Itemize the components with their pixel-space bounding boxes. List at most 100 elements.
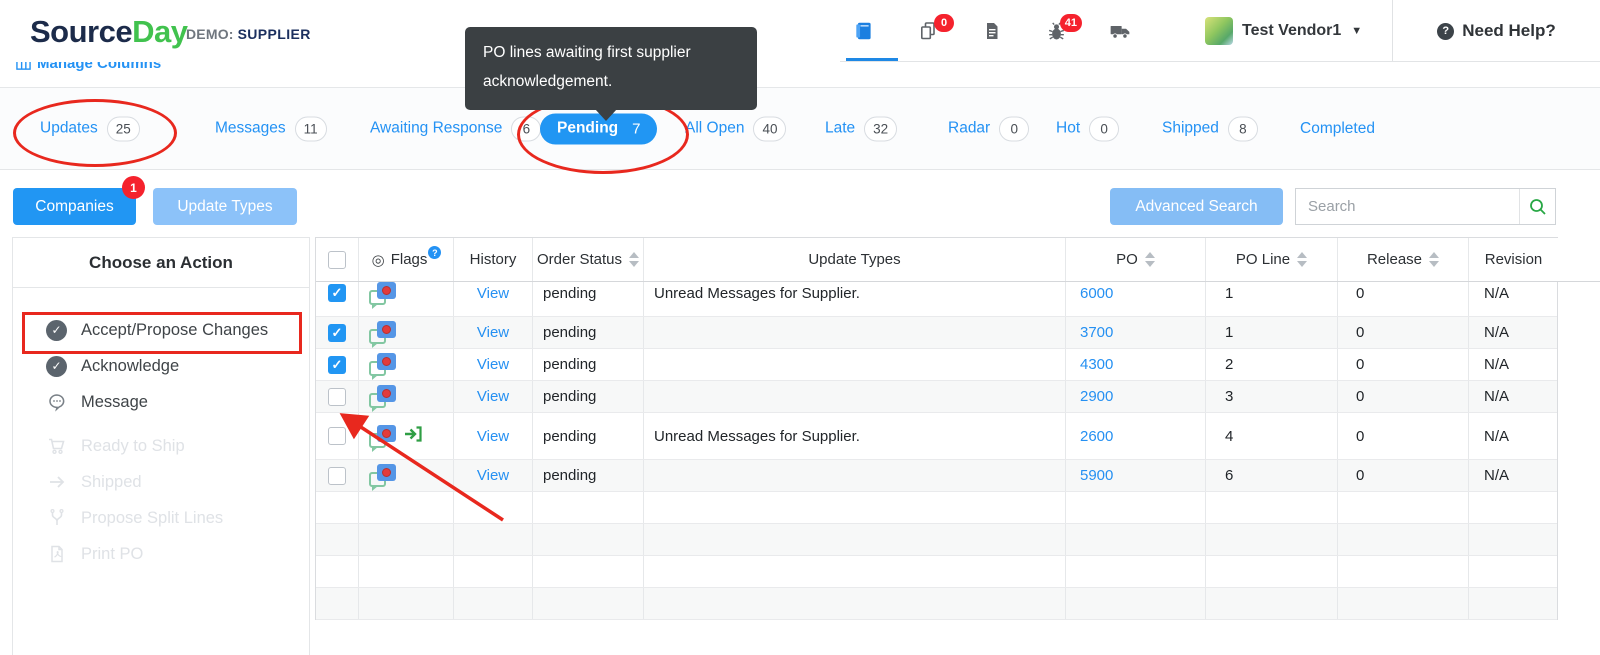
- cell-release: 0: [1338, 460, 1469, 491]
- action-item-shipped: Shipped: [13, 464, 309, 500]
- sort-arrows-icon[interactable]: [1297, 252, 1308, 267]
- empty-cell: [316, 492, 359, 523]
- po-number-link[interactable]: 3700: [1080, 324, 1113, 341]
- chat-bubble-icon: [46, 392, 67, 412]
- tab-count-badge: 0: [1089, 116, 1120, 141]
- tab-radar[interactable]: Radar 0: [948, 116, 1030, 141]
- release-value: 0: [1356, 356, 1365, 373]
- column-label: History: [469, 251, 517, 268]
- manage-columns-label: Manage Columns: [37, 62, 162, 72]
- empty-cell: [533, 556, 644, 587]
- pages-copy-icon[interactable]: 0: [916, 14, 954, 43]
- action-panel-title: Choose an Action: [13, 238, 309, 288]
- search-input[interactable]: [1296, 189, 1519, 224]
- cell-po: 2600: [1066, 413, 1206, 459]
- column-label: PO Line: [1235, 251, 1291, 268]
- action-item-propose-split-lines: Propose Split Lines: [13, 500, 309, 536]
- row-checkbox[interactable]: [328, 466, 346, 485]
- row-checkbox[interactable]: [328, 427, 346, 445]
- column-header-po_line: PO Line: [1206, 238, 1338, 281]
- view-history-link[interactable]: View: [477, 388, 509, 405]
- demo-mode-label: DEMO: SUPPLIER: [186, 26, 311, 42]
- cell-release: 0: [1338, 349, 1469, 380]
- sort-arrows-icon[interactable]: [1429, 252, 1440, 267]
- action-item-label: Ready to Ship: [81, 436, 185, 455]
- row-checkbox[interactable]: [328, 387, 346, 406]
- status-tab-bar: Updates 25 Messages 11 Awaiting Response 6 Pen…: [0, 88, 1600, 170]
- cell-select: [316, 460, 359, 491]
- view-history-link[interactable]: View: [477, 324, 509, 341]
- advanced-search-button[interactable]: Advanced Search: [1110, 188, 1283, 225]
- po-line-value: 6: [1225, 467, 1234, 484]
- order-status-text: pending: [543, 324, 597, 341]
- table-row: ✓ View pending 4300 2 0 N/A: [316, 349, 1557, 381]
- action-item-accept-propose-changes[interactable]: ✓ Accept/Propose Changes: [13, 312, 309, 348]
- documents-icon-item[interactable]: [980, 19, 1004, 43]
- po-number-link[interactable]: 2600: [1080, 428, 1113, 445]
- action-item-message[interactable]: Message: [13, 384, 309, 420]
- user-menu[interactable]: Test Vendor1 ▼: [1205, 0, 1362, 62]
- tab-late[interactable]: Late 32: [825, 116, 898, 141]
- empty-cell: [454, 588, 533, 619]
- tab-shipped[interactable]: Shipped 8: [1162, 116, 1258, 141]
- book-icon: [856, 22, 871, 40]
- cell-po: 3700: [1066, 317, 1206, 348]
- empty-cell: [1469, 588, 1558, 619]
- action-item-acknowledge[interactable]: ✓ Acknowledge: [13, 348, 309, 384]
- row-checkbox[interactable]: ✓: [328, 355, 346, 374]
- tab-awaiting-response[interactable]: Awaiting Response 6: [370, 116, 542, 141]
- table-row: ✓ View pending 3700 1 0 N/A: [316, 317, 1557, 349]
- tab-label: Completed: [1300, 119, 1375, 137]
- issues-badge: 41: [1059, 14, 1082, 32]
- cell-select: ✓: [316, 317, 359, 348]
- need-help-button[interactable]: ? Need Help?: [1392, 0, 1600, 62]
- po-number-link[interactable]: 4300: [1080, 356, 1113, 373]
- header-divider: [840, 61, 1600, 62]
- row-checkbox[interactable]: ✓: [328, 284, 346, 302]
- view-history-link[interactable]: View: [477, 467, 509, 484]
- check-circle-icon: ✓: [46, 355, 67, 377]
- view-history-link[interactable]: View: [477, 356, 509, 373]
- need-help-label: Need Help?: [1462, 21, 1556, 40]
- select-all-checkbox[interactable]: [328, 250, 346, 269]
- search-submit-button[interactable]: [1519, 189, 1555, 224]
- tab-messages[interactable]: Messages 11: [215, 116, 327, 141]
- update-types-button[interactable]: Update Types: [153, 188, 297, 225]
- manage-columns-link[interactable]: Manage Columns: [16, 62, 161, 72]
- issues-bug-icon-item[interactable]: 41: [1044, 14, 1082, 43]
- shipments-truck-icon-item[interactable]: [1108, 19, 1132, 43]
- empty-cell: [1206, 524, 1338, 555]
- po-number-link[interactable]: 2900: [1080, 388, 1113, 405]
- action-item-label: Shipped: [81, 472, 142, 491]
- sort-arrows-icon[interactable]: [1144, 252, 1155, 267]
- cell-history: View: [454, 317, 533, 348]
- po-number-link[interactable]: 6000: [1080, 285, 1113, 302]
- revision-value: N/A: [1484, 467, 1510, 484]
- sort-arrows-icon[interactable]: [629, 252, 640, 267]
- tab-completed[interactable]: Completed: [1300, 120, 1375, 138]
- flags-help-icon[interactable]: ?: [428, 246, 442, 259]
- row-checkbox[interactable]: ✓: [328, 323, 346, 342]
- view-history-link[interactable]: View: [477, 285, 509, 302]
- view-history-link[interactable]: View: [477, 428, 509, 445]
- split-icon: [46, 508, 67, 528]
- cell-history: View: [454, 413, 533, 459]
- filter-toolbar: Companies 1 Update Types Advanced Search: [0, 170, 1600, 237]
- tab-label: Pending: [557, 119, 619, 137]
- tab-hot[interactable]: Hot 0: [1056, 116, 1120, 141]
- empty-cell: [1206, 588, 1338, 619]
- main-content: Choose an Action ✓ Accept/Propose Changes…: [0, 237, 1600, 655]
- action-panel: Choose an Action ✓ Accept/Propose Changes…: [12, 237, 310, 655]
- message-flag-icon: [369, 353, 396, 380]
- po-number-link[interactable]: 5900: [1080, 467, 1113, 484]
- document-icon: [987, 23, 998, 39]
- revision-value: N/A: [1484, 284, 1510, 302]
- cell-revision: N/A: [1469, 349, 1558, 380]
- orders-book-icon[interactable]: [852, 19, 876, 43]
- cell-po_line: 2: [1206, 349, 1338, 380]
- tab-updates[interactable]: Updates 25: [40, 116, 140, 141]
- tab-all-open[interactable]: All Open 40: [685, 116, 787, 141]
- cell-po: 2900: [1066, 381, 1206, 412]
- table-row: View pending Unread Messages for Supplier.…: [316, 413, 1557, 460]
- companies-button[interactable]: Companies: [13, 188, 136, 225]
